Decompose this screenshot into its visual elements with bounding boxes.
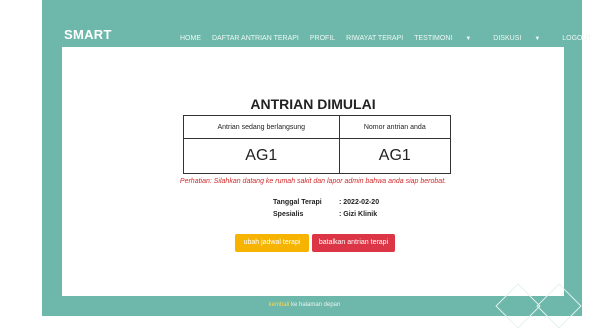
header-current-queue: Antrian sedang berlangsung (183, 115, 340, 139)
queue-table: Antrian sedang berlangsung Nomor antrian… (183, 115, 452, 174)
cancel-queue-button[interactable]: batalkan antrian terapi (312, 234, 395, 252)
warning-text: Perhatian: Silahkan datang ke rumah saki… (179, 178, 447, 185)
nav-testimoni-label: TESTIMONI (414, 35, 453, 42)
caret-down-icon: ▼ (465, 36, 472, 42)
header-your-number: Nomor antrian anda (338, 115, 452, 139)
nav-diskusi[interactable]: DISKUSI ▼ (493, 35, 551, 42)
nav-riwayat-terapi[interactable]: RIWAYAT TERAPI (346, 35, 403, 42)
info-label: Spesialis (273, 211, 304, 218)
nav-testimoni[interactable]: TESTIMONI ▼ (414, 35, 482, 42)
table-header-row: Antrian sedang berlangsung Nomor antrian… (183, 115, 452, 139)
your-number-value: AG1 (338, 138, 452, 174)
reschedule-button[interactable]: ubah jadwal terapi (235, 234, 309, 252)
info-row-specialist: Spesialis : Gizi Klinik (273, 209, 379, 221)
page-margin-left (0, 0, 42, 316)
info-row-date: Tanggal Terapi : 2022-02-20 (273, 197, 379, 209)
info-label: Tanggal Terapi (273, 199, 322, 206)
queue-card: ANTRIAN DIMULAI Antrian sedang berlangsu… (62, 47, 564, 296)
current-queue-value: AG1 (183, 138, 340, 174)
info-value: : Gizi Klinik (339, 211, 378, 218)
info-value: : 2022-02-20 (339, 199, 380, 206)
nav-home[interactable]: HOME (180, 35, 201, 42)
nav-profil[interactable]: PROFIL (310, 35, 335, 42)
footer-text: ke halaman depan (290, 302, 341, 308)
nav-daftar-antrian-terapi[interactable]: DAFTAR ANTRIAN TERAPI (212, 35, 299, 42)
nav-logout[interactable]: LOGOUT (562, 35, 592, 42)
page-margin-right (582, 0, 609, 316)
therapy-info: Tanggal Terapi : 2022-02-20 Spesialis : … (273, 197, 379, 221)
back-home-link[interactable]: kembali (269, 302, 290, 308)
table-value-row: AG1 AG1 (183, 138, 452, 174)
nav-diskusi-label: DISKUSI (493, 35, 522, 42)
page-title: ANTRIAN DIMULAI (250, 96, 376, 112)
brand-logo[interactable]: SMART (64, 27, 112, 42)
top-nav: HOME DAFTAR ANTRIAN TERAPI PROFIL RIWAYA… (180, 35, 603, 42)
caret-down-icon: ▼ (534, 36, 541, 42)
